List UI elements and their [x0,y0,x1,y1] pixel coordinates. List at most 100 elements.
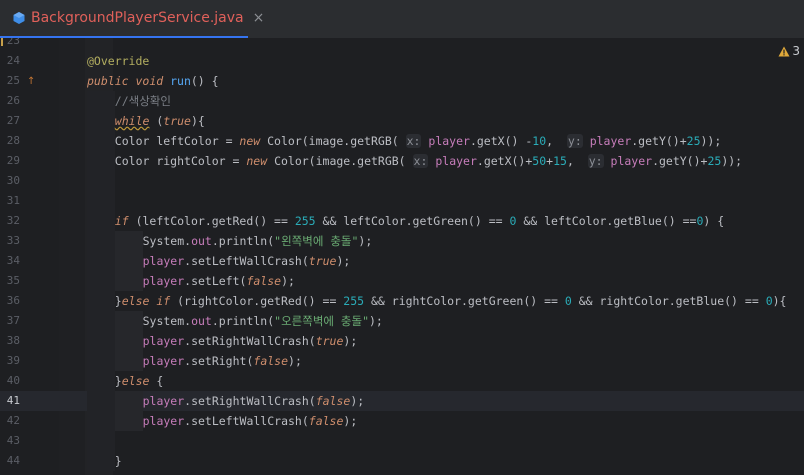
code-token: ); [281,274,295,288]
code-line[interactable]: 33 System.out.println("왼쪽벽에 충돌"); [0,231,804,251]
code-token: .getY()+ [631,134,687,148]
code-token: player [428,134,470,148]
parameter-hint: x: [405,134,422,148]
code-text: if (leftColor.getRed() == 255 && leftCol… [115,211,724,231]
code-line[interactable]: 25 ↑ public void run() { [0,71,804,91]
code-text: @Override [87,51,149,71]
code-token: if [114,214,129,228]
code-token: .println( [211,314,275,328]
indent-block [87,231,115,251]
code-token: { [197,114,205,128]
parameter-hint: x: [412,154,429,168]
code-token: false [253,354,289,368]
code-text: }else if (rightColor.getRed() == 255 && … [115,291,787,311]
code-token: player [142,254,185,268]
code-token: .setLeft( [184,274,247,288]
code-token: && leftColor.getGreen() == [315,214,510,228]
indent-block [114,311,143,331]
code-token: Color(image.getRGB( [267,134,406,148]
code-token: player [142,274,185,288]
code-line[interactable]: 38 player.setRightWallCrash(true); [0,331,804,351]
line-number: 28 [6,134,20,147]
code-line[interactable]: 34 player.setLeftWallCrash(true); [0,251,804,271]
code-token: new [239,134,268,148]
code-token: while [114,114,150,128]
indent-block [87,91,115,111]
code-token: ) [190,114,198,128]
line-number: 44 [6,454,20,467]
code-text: player.setRightWallCrash(true); [143,331,358,351]
indent-block [87,111,115,131]
code-token: new [246,154,275,168]
code-token: false [315,394,351,408]
code-line[interactable]: 27 while (true){ [0,111,804,131]
code-token: ); [343,334,358,348]
code-token: 25 [707,154,722,168]
code-token: ){ [772,294,787,308]
code-token: @Override [87,54,150,68]
code-line[interactable]: 44} [0,451,804,471]
code-text: public void run() { [87,71,219,91]
code-token: player [589,134,632,148]
code-token: System. [142,234,192,248]
tab-label: BackgroundPlayerService.java [31,10,244,26]
code-token: 10 [532,134,547,148]
indent-block [87,251,115,271]
code-token: .setRightWallCrash( [184,334,316,348]
indent-block [87,271,115,291]
inspection-widget[interactable]: 3 [778,44,800,58]
code-line[interactable]: 30 [0,171,804,191]
code-token: run [170,74,191,88]
code-line[interactable]: 35 player.setLeft(false); [0,271,804,291]
code-token: out [191,234,212,248]
code-text: } [115,451,122,471]
parameter-hint: y: [566,134,583,148]
change-marker [1,38,3,46]
code-token: ); [350,394,365,408]
code-token: else [121,374,150,388]
code-text: }else { [115,371,164,391]
code-text: System.out.println("왼쪽벽에 충돌"); [143,231,373,251]
override-gutter-icon[interactable]: ↑ [27,76,35,87]
code-token: } [114,374,122,388]
code-line[interactable]: 36}else if (rightColor.getRed() == 255 &… [0,291,804,311]
code-line[interactable]: 40}else { [0,371,804,391]
code-text: player.setRight(false); [143,351,302,371]
close-icon[interactable]: × [253,10,265,26]
code-token: , [546,134,567,148]
code-editor[interactable]: 23 24 @Override 25 ↑ public void run() {26//색… [0,38,804,475]
line-number: 35 [6,274,20,287]
tab-background-player-service[interactable]: BackgroundPlayerService.java × [0,0,264,38]
code-token: player [142,334,185,348]
code-token: .setRight( [184,354,254,368]
java-class-icon [12,11,26,25]
code-text: player.setLeft(false); [143,271,295,291]
code-token: 255 [294,214,316,228]
code-line[interactable]: 28 Color leftColor = new Color(image.getR… [0,131,804,151]
code-token: (rightColor.getRed() == [170,294,344,308]
code-line[interactable]: 43 [0,431,804,451]
code-line[interactable]: 26 //색상확인 [0,91,804,111]
code-line[interactable]: 42 player.setLeftWallCrash(false); [0,411,804,431]
code-token: ); [288,354,302,368]
code-token: public [87,74,136,88]
code-line[interactable]: 39 player.setRight(false); [0,351,804,371]
code-line[interactable]: 23 [0,38,804,51]
code-token: .setLeftWallCrash( [184,254,309,268]
code-token: System. [142,314,192,328]
code-token: )); [721,154,743,168]
line-number: 33 [6,234,20,247]
code-token: ); [369,314,383,328]
code-line[interactable]: 24 @Override [0,51,804,71]
code-token: ); [343,414,358,428]
line-number: 32 [6,214,20,227]
indent-block [87,371,115,391]
code-line[interactable]: 41 player.setRightWallCrash(false); [0,391,804,411]
code-line[interactable]: 31 [0,191,804,211]
code-line[interactable]: 29 Color rightColor = new Color(image.get… [0,151,804,171]
code-line[interactable]: 37 System.out.println("오른쪽벽에 충돌"); [0,311,804,331]
indent-block [114,411,143,431]
code-line[interactable]: 32 if (leftColor.getRed() == 255 && leftC… [0,211,804,231]
indent-block [114,391,143,411]
